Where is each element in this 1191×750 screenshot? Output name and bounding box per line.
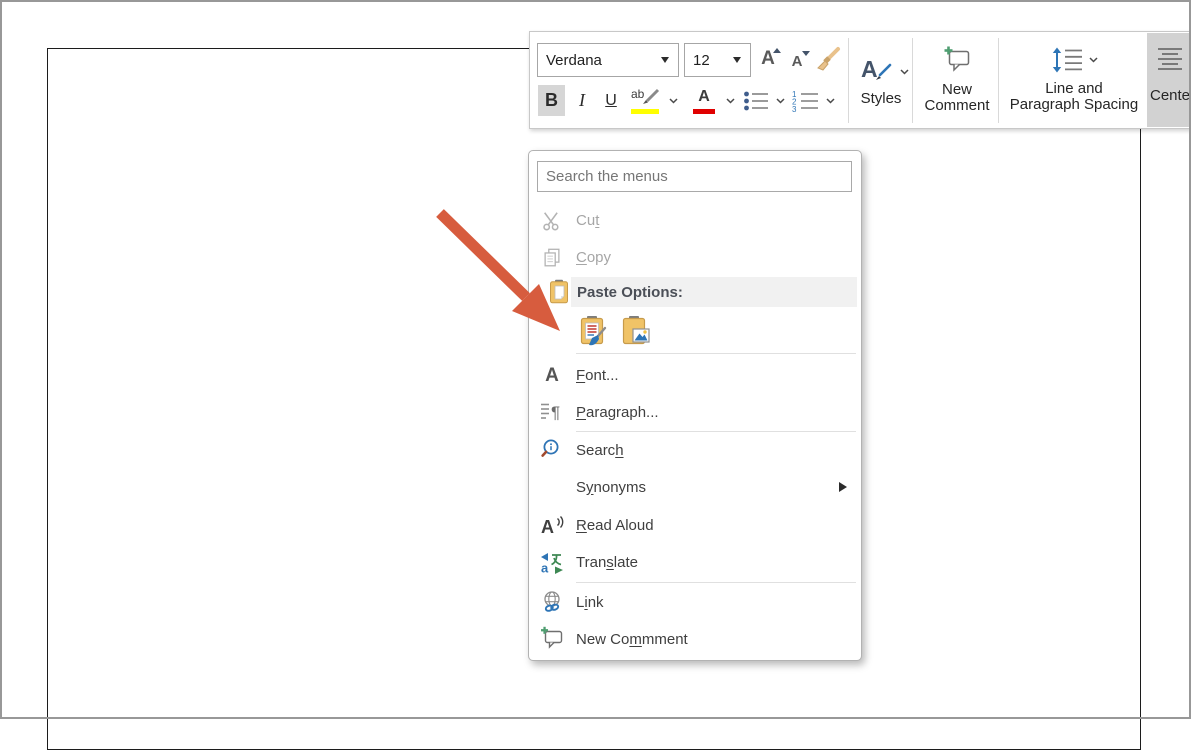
svg-text:a: a bbox=[541, 560, 549, 575]
menu-item-search[interactable]: Search bbox=[530, 432, 860, 468]
menu-item-paragraph[interactable]: ¶ Paragraph... bbox=[530, 394, 860, 430]
new-comment-icon bbox=[537, 626, 567, 652]
scissors-icon bbox=[537, 210, 567, 232]
menu-item-label: Read Aloud bbox=[576, 517, 654, 534]
menu-item-label: Link bbox=[576, 593, 604, 611]
link-icon bbox=[537, 590, 567, 614]
menu-item-label: Search bbox=[576, 441, 624, 459]
menu-item-cut: Cut bbox=[530, 202, 860, 239]
menu-item-label: Cut bbox=[576, 212, 600, 229]
font-color-icon: A bbox=[692, 88, 716, 114]
shrink-font-icon: A bbox=[791, 52, 803, 70]
toolbar-separator bbox=[848, 38, 849, 123]
bullet-list-button[interactable] bbox=[740, 85, 772, 116]
grow-font-button[interactable]: A bbox=[754, 45, 782, 73]
menu-item-link[interactable]: Link bbox=[530, 584, 860, 620]
toolbar-separator bbox=[998, 38, 999, 123]
text-highlight-icon: ab bbox=[629, 87, 663, 114]
dropdown-arrow-icon[interactable] bbox=[661, 57, 669, 63]
clipboard-icon bbox=[544, 279, 574, 305]
search-info-icon bbox=[537, 438, 567, 462]
format-painter-icon bbox=[817, 47, 840, 71]
italic-icon: I bbox=[579, 90, 585, 110]
center-align-icon bbox=[1158, 48, 1182, 70]
menu-item-label: Copy bbox=[576, 249, 612, 266]
new-comment-label-line1: New bbox=[941, 81, 972, 98]
bullet-list-icon bbox=[743, 91, 768, 110]
styles-label: Styles bbox=[860, 90, 902, 107]
styles-button[interactable]: A Styles bbox=[852, 36, 910, 124]
search-input[interactable] bbox=[537, 161, 852, 192]
text-highlight-button[interactable]: ab bbox=[627, 85, 665, 116]
font-color-dropdown-icon[interactable] bbox=[726, 98, 735, 104]
center-align-button[interactable]: Cente bbox=[1147, 33, 1191, 127]
paste-options-header: Paste Options: bbox=[530, 277, 860, 307]
svg-text:A: A bbox=[541, 517, 554, 537]
bold-button[interactable]: B bbox=[538, 85, 565, 116]
center-align-label: Cente bbox=[1149, 87, 1191, 104]
svg-text:¶: ¶ bbox=[551, 403, 560, 422]
toolbar-separator bbox=[912, 38, 913, 123]
new-comment-button[interactable]: New Comment bbox=[916, 36, 998, 124]
menu-item-label: New Commment bbox=[576, 630, 688, 648]
line-spacing-icon bbox=[1051, 47, 1098, 73]
styles-icon: A bbox=[859, 53, 909, 91]
numbered-list-button[interactable]: 1 2 3 bbox=[788, 85, 822, 116]
underline-icon: U bbox=[605, 91, 617, 109]
paste-picture-icon bbox=[622, 316, 650, 345]
font-name-value: Verdana bbox=[546, 51, 602, 69]
menu-item-synonyms[interactable]: Synonyms bbox=[530, 468, 860, 506]
copy-icon bbox=[537, 247, 567, 269]
menu-item-label: Synonyms bbox=[576, 478, 647, 496]
bold-icon: B bbox=[545, 90, 558, 110]
menu-separator bbox=[576, 353, 856, 354]
line-spacing-label-line2: Paragraph Spacing bbox=[1009, 96, 1139, 113]
mini-toolbar: Verdana 12 A A A Styles New Comment Line… bbox=[529, 31, 1191, 129]
menu-item-label: Paragraph... bbox=[576, 403, 659, 421]
line-spacing-button[interactable]: Line and Paragraph Spacing bbox=[1001, 36, 1147, 124]
bullet-list-dropdown-icon[interactable] bbox=[776, 98, 785, 104]
shrink-font-button[interactable]: A bbox=[784, 49, 810, 73]
read-aloud-icon: A bbox=[537, 514, 567, 538]
translate-icon: a bbox=[537, 551, 567, 575]
menu-item-label: Translate bbox=[576, 554, 638, 571]
menu-item-new-comment[interactable]: New Commment bbox=[530, 620, 860, 658]
numbered-list-dropdown-icon[interactable] bbox=[826, 98, 835, 104]
menu-item-font[interactable]: A Font... bbox=[530, 357, 860, 394]
context-menu: Cut Copy Paste Options: bbox=[528, 150, 862, 661]
new-comment-icon bbox=[944, 46, 970, 72]
numbered-list-icon: 1 2 3 bbox=[792, 90, 818, 112]
menu-item-label: Font... bbox=[576, 367, 619, 384]
menu-item-copy: Copy bbox=[530, 239, 860, 276]
new-comment-label-line2: Comment bbox=[924, 97, 990, 114]
grow-font-arrow-icon bbox=[773, 48, 781, 53]
paragraph-icon: ¶ bbox=[537, 401, 567, 423]
submenu-arrow-icon bbox=[839, 482, 847, 492]
line-spacing-label-line1: Line and bbox=[1045, 80, 1103, 97]
paste-keep-formatting-button[interactable] bbox=[577, 315, 609, 347]
italic-button[interactable]: I bbox=[570, 85, 594, 116]
menu-item-read-aloud[interactable]: A Read Aloud bbox=[530, 507, 860, 544]
shrink-font-arrow-icon bbox=[802, 51, 810, 56]
font-size-value: 12 bbox=[693, 51, 710, 69]
dropdown-arrow-icon[interactable] bbox=[733, 57, 741, 63]
paste-options-row bbox=[530, 308, 860, 353]
format-painter-button[interactable] bbox=[812, 44, 844, 74]
paste-picture-button[interactable] bbox=[620, 315, 652, 347]
paste-options-label: Paste Options: bbox=[577, 283, 683, 301]
font-color-button[interactable]: A bbox=[688, 85, 720, 116]
underline-button[interactable]: U bbox=[598, 85, 624, 116]
highlight-dropdown-icon[interactable] bbox=[669, 98, 678, 104]
font-icon: A bbox=[545, 364, 559, 386]
font-name-combobox[interactable]: Verdana bbox=[537, 43, 679, 77]
paste-keep-formatting-icon bbox=[580, 316, 607, 346]
menu-item-translate[interactable]: a Translate bbox=[530, 544, 860, 581]
font-size-combobox[interactable]: 12 bbox=[684, 43, 751, 77]
menu-separator bbox=[576, 582, 856, 583]
svg-text:3: 3 bbox=[792, 105, 797, 112]
